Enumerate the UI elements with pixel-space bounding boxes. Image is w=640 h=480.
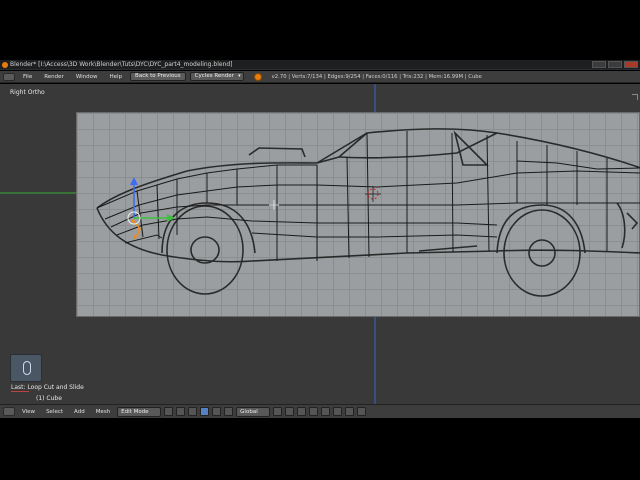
tool-shelf-thumbnail[interactable] — [10, 354, 42, 382]
scene-stats: v2.70 | Verts:7/134 | Edges:9/254 | Face… — [271, 73, 482, 80]
menu-help[interactable]: Help — [106, 74, 127, 80]
orientation-dropdown[interactable]: Global — [236, 406, 271, 417]
scale-manipulator-icon[interactable] — [224, 407, 234, 416]
mouse-icon — [23, 361, 31, 375]
3d-view-header: View Select Add Mesh Edit Mode Global — [0, 404, 640, 418]
menu-mesh[interactable]: Mesh — [92, 409, 114, 415]
menu-select[interactable]: Select — [42, 409, 67, 415]
menu-view[interactable]: View — [18, 409, 39, 415]
active-object-name: (1) Cube — [36, 395, 62, 402]
menu-file[interactable]: File — [19, 74, 36, 80]
maximize-button[interactable] — [608, 61, 622, 68]
render-engine-value: Cycles Render — [194, 73, 234, 79]
window-titlebar: Blender* [I:\Access\3D Work\Blender\Tuts… — [0, 60, 640, 70]
3d-viewport[interactable]: Right Ortho Last: Loop Cut and Slide (1)… — [0, 84, 640, 404]
pivot-point-icon[interactable] — [176, 407, 186, 416]
viewport-shading-icon[interactable] — [164, 407, 174, 416]
menu-render[interactable]: Render — [40, 74, 68, 80]
menu-window[interactable]: Window — [72, 74, 102, 80]
y-arrow-head-icon[interactable] — [167, 214, 175, 222]
info-header: File Render Window Help Back to Previous… — [0, 71, 640, 83]
snap-icon[interactable] — [333, 407, 343, 416]
window-title: Blender* [I:\Access\3D Work\Blender\Tuts… — [10, 61, 233, 68]
snap-target-icon[interactable] — [345, 407, 355, 416]
window-controls — [592, 61, 638, 68]
minimize-button[interactable] — [592, 61, 606, 68]
vertex-select-icon[interactable] — [273, 407, 283, 416]
occlude-geometry-icon[interactable] — [309, 407, 319, 416]
manipulator-toggle-icon[interactable] — [188, 407, 198, 416]
rotate-manipulator-icon[interactable] — [212, 407, 222, 416]
render-preview-icon[interactable] — [357, 407, 367, 416]
last-operator-underline — [11, 391, 29, 392]
chevron-down-icon: ▾ — [238, 73, 241, 79]
menu-add[interactable]: Add — [70, 409, 89, 415]
back-to-previous-button[interactable]: Back to Previous — [130, 72, 186, 81]
close-button[interactable] — [624, 61, 638, 68]
transform-manipulator[interactable] — [127, 177, 175, 225]
editor-type-button[interactable] — [3, 72, 15, 81]
translate-manipulator-icon[interactable] — [200, 407, 210, 416]
face-select-icon[interactable] — [297, 407, 307, 416]
proportional-edit-icon[interactable] — [321, 407, 331, 416]
blender-app-icon — [2, 62, 8, 68]
edge-select-icon[interactable] — [285, 407, 295, 416]
blender-logo-icon — [253, 72, 262, 81]
mode-dropdown[interactable]: Edit Mode — [117, 406, 162, 417]
editor-type-button-bottom[interactable] — [3, 407, 15, 416]
render-engine-dropdown[interactable]: Cycles Render ▾ — [189, 72, 244, 81]
last-operator-label[interactable]: Last: Loop Cut and Slide — [11, 384, 84, 391]
z-arrow-head-icon[interactable] — [130, 177, 138, 185]
viewport-overlay — [0, 84, 376, 404]
